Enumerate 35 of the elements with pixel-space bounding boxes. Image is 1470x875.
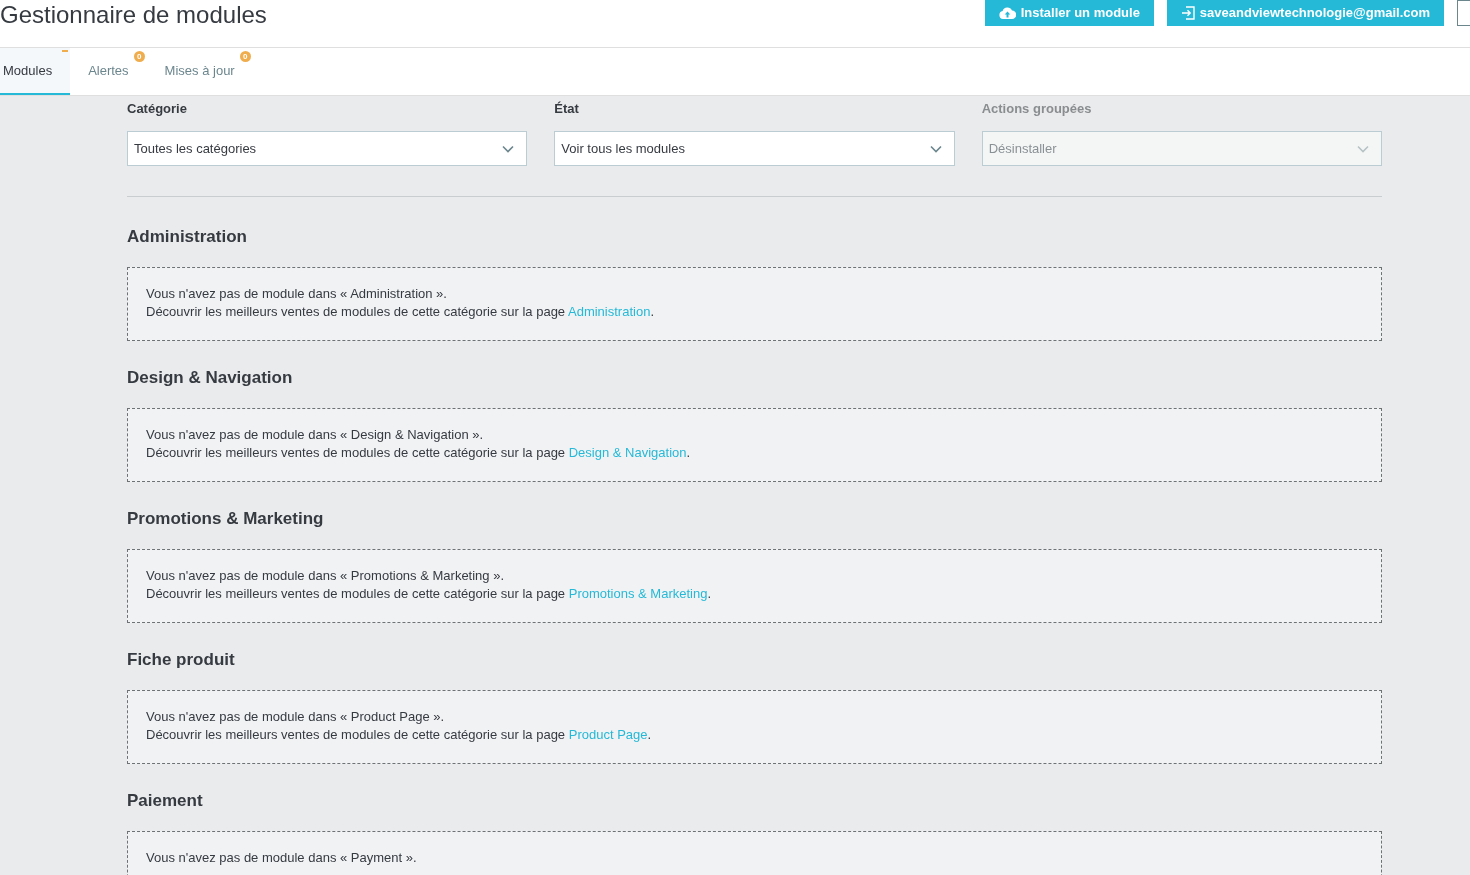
select-field[interactable]: Voir tous les modules xyxy=(554,131,955,166)
cloud-upload-icon xyxy=(998,7,1016,19)
tab[interactable]: Mises à jour 0 xyxy=(146,48,253,95)
section-heading: Promotions & Marketing xyxy=(127,508,325,530)
category-link[interactable]: Product Page xyxy=(568,727,648,742)
tab[interactable]: Alertes 0 xyxy=(70,48,147,95)
section-heading: Paiement xyxy=(127,790,204,812)
empty-message: Vous n'avez pas de module dans « Payment ». xyxy=(146,849,418,867)
discover-text: Découvrir les meilleurs ventes de modules de cette catégorie sur la page Administration. xyxy=(146,303,655,321)
section-heading: Administration xyxy=(127,226,248,248)
empty-message: Vous n'avez pas de module dans « Promotions & Marketing ». xyxy=(146,567,506,585)
count-badge: 0 xyxy=(133,51,145,62)
discover-text: Découvrir les meilleurs ventes de modules de cette catégorie sur la page Promotions & Marketing. xyxy=(146,585,713,603)
page-title: Gestionnaire de modules xyxy=(0,0,267,30)
empty-message: Vous n'avez pas de module dans « Design & Navigation ». xyxy=(146,426,485,444)
category-link[interactable]: Design & Navigation xyxy=(568,445,687,460)
cut-off-button[interactable] xyxy=(1457,0,1470,26)
chevron-down-icon xyxy=(1357,144,1369,153)
sign-in-icon xyxy=(1180,6,1195,20)
discover-text: Découvrir les meilleurs ventes de modules de cette catégorie sur la page Product Page. xyxy=(146,726,653,744)
section-heading: Fiche produit xyxy=(127,649,236,671)
empty-message: Vous n'avez pas de module dans « Product Page ». xyxy=(146,708,446,726)
select-field[interactable]: Toutes les catégories xyxy=(127,131,528,166)
filter-label: État xyxy=(554,100,580,118)
count-badge: 0 xyxy=(239,51,251,62)
account-button[interactable]: saveandviewtechnologie@gmail.com xyxy=(1166,0,1444,26)
discover-text: Découvrir les meilleurs ventes de modules de cette catégorie sur la page Design & Navigation. xyxy=(146,444,692,462)
install-module-button[interactable]: Installer un module xyxy=(984,0,1154,26)
tab[interactable]: Modules xyxy=(0,48,71,95)
chevron-down-icon xyxy=(929,144,942,153)
empty-message: Vous n'avez pas de module dans « Administration ». xyxy=(146,285,448,303)
filter-label: Actions groupées xyxy=(981,100,1093,118)
section-heading: Design & Navigation xyxy=(127,367,294,389)
filter-label: Catégorie xyxy=(127,100,188,118)
chevron-down-icon xyxy=(502,144,515,153)
